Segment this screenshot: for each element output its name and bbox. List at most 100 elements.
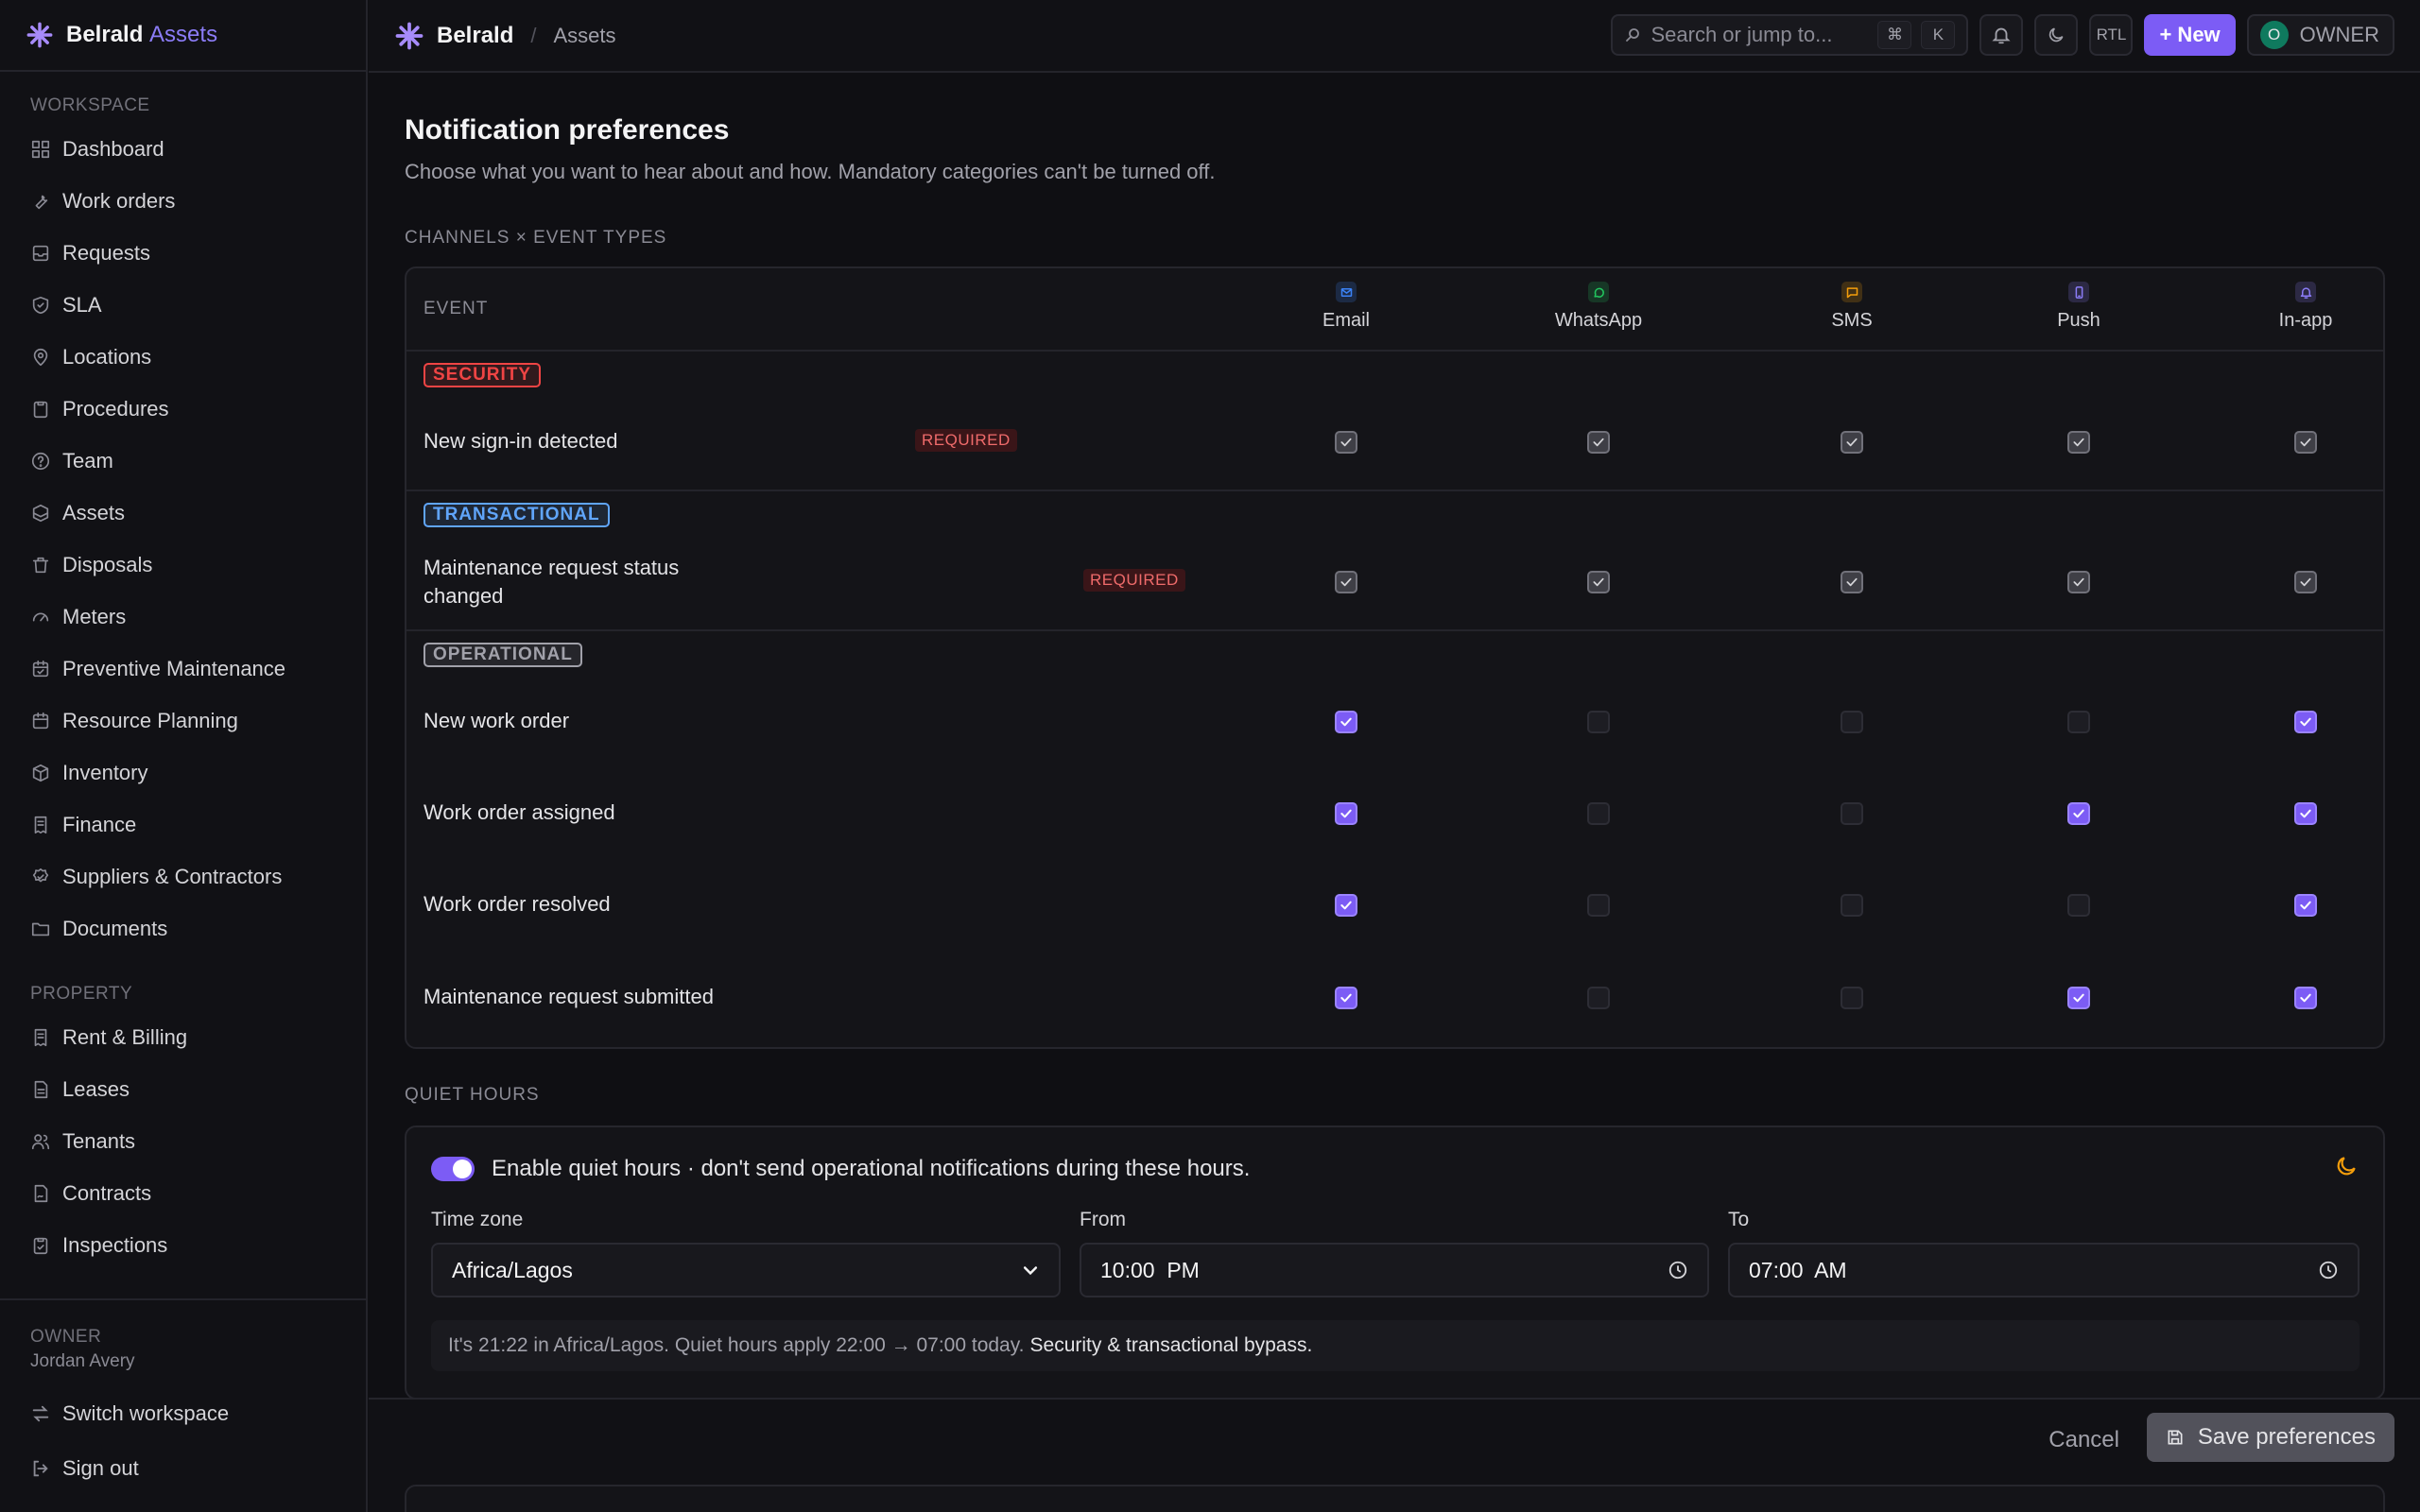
theme-toggle-button[interactable] bbox=[2034, 14, 2079, 56]
channel-label: SMS bbox=[1831, 310, 1873, 331]
sidebar-item-locations[interactable]: Locations bbox=[0, 331, 368, 383]
checkbox-email[interactable] bbox=[1335, 894, 1357, 917]
to-time-input[interactable]: 07:00 AM bbox=[1728, 1243, 2360, 1297]
notifications-button[interactable] bbox=[1979, 14, 2024, 56]
from-time-value: 10:00 PM bbox=[1100, 1257, 1200, 1282]
checkbox-email[interactable] bbox=[1335, 711, 1357, 733]
sidebar-item-work-orders[interactable]: Work orders bbox=[0, 175, 368, 227]
matrix-body: SECURITY New sign-in detected REQUIRED TRAN… bbox=[406, 352, 2383, 1047]
from-time-input[interactable]: 10:00 PM bbox=[1080, 1243, 1709, 1297]
sidebar-item-disposals[interactable]: Disposals bbox=[0, 539, 368, 591]
sidebar-item-label: Inspections bbox=[62, 1232, 168, 1257]
sign-out-button[interactable]: Sign out bbox=[0, 1442, 368, 1494]
sidebar-item-meters[interactable]: Meters bbox=[0, 591, 368, 643]
checkbox-push[interactable] bbox=[2067, 987, 2090, 1009]
checkbox-in-app[interactable] bbox=[2294, 802, 2317, 825]
message-icon bbox=[1841, 282, 1862, 302]
switch-workspace-button[interactable]: Switch workspace bbox=[0, 1387, 368, 1439]
sidebar-item-label: Team bbox=[62, 448, 113, 472]
brand-name: Belrald Assets bbox=[66, 22, 217, 48]
switch-workspace-label: Switch workspace bbox=[62, 1400, 230, 1425]
sidebar-item-finance[interactable]: Finance bbox=[0, 799, 368, 850]
checkbox-sms[interactable] bbox=[1841, 802, 1863, 825]
channel-label: Push bbox=[2057, 310, 2100, 331]
table-row: Work order resolved bbox=[406, 860, 2383, 951]
checkbox-push[interactable] bbox=[2067, 894, 2090, 917]
sidebar-item-label: Work orders bbox=[62, 188, 176, 213]
timezone-select[interactable]: Africa/Lagos bbox=[431, 1243, 1061, 1297]
category-badge: SECURITY bbox=[424, 363, 542, 387]
sidebar-item-contracts[interactable]: Contracts bbox=[0, 1167, 368, 1219]
sidebar-item-suppliers-contractors[interactable]: Suppliers & Contractors bbox=[0, 850, 368, 902]
checkbox-sms[interactable] bbox=[1841, 987, 1863, 1009]
sidebar-item-preventive-maintenance[interactable]: Preventive Maintenance bbox=[0, 643, 368, 695]
new-button[interactable]: + New bbox=[2144, 14, 2236, 56]
help-circle-icon bbox=[30, 451, 51, 472]
breadcrumb-current[interactable]: Assets bbox=[554, 24, 616, 48]
checkbox-email[interactable] bbox=[1335, 987, 1357, 1009]
checkbox-whatsapp[interactable] bbox=[1587, 802, 1610, 825]
sidebar-item-label: Meters bbox=[62, 604, 127, 628]
sidebar-item-dashboard[interactable]: Dashboard bbox=[0, 123, 368, 175]
checkbox-whatsapp[interactable] bbox=[1587, 987, 1610, 1009]
clipboard-icon bbox=[30, 399, 51, 420]
badge-check-icon bbox=[30, 867, 51, 887]
sidebar-item-rent-billing[interactable]: Rent & Billing bbox=[0, 1011, 368, 1063]
cancel-button[interactable]: Cancel bbox=[2048, 1423, 2119, 1457]
sidebar-item-assets[interactable]: Assets bbox=[0, 487, 368, 539]
sidebar-item-documents[interactable]: Documents bbox=[0, 902, 368, 954]
checkbox-in-app[interactable] bbox=[2294, 987, 2317, 1009]
checkbox-email[interactable] bbox=[1335, 802, 1357, 825]
category-badge: TRANSACTIONAL bbox=[424, 503, 610, 527]
checkbox-sms bbox=[1841, 431, 1863, 454]
checkbox-whatsapp[interactable] bbox=[1587, 894, 1610, 917]
checkbox-push bbox=[2067, 571, 2090, 593]
channel-header-email: Email bbox=[1275, 282, 1417, 332]
checkbox-push[interactable] bbox=[2067, 802, 2090, 825]
checkbox-in-app[interactable] bbox=[2294, 711, 2317, 733]
table-row: New sign-in detected REQUIRED bbox=[406, 397, 2383, 488]
sidebar-item-resource-planning[interactable]: Resource Planning bbox=[0, 695, 368, 747]
main-content: Notification preferences Choose what you… bbox=[369, 73, 2420, 1512]
channel-header-in-app: In-app bbox=[2235, 282, 2377, 332]
required-badge: REQUIRED bbox=[1083, 569, 1185, 592]
sidebar-item-team[interactable]: Team bbox=[0, 435, 368, 487]
sidebar-item-label: Dashboard bbox=[62, 136, 164, 161]
checkbox-sms[interactable] bbox=[1841, 711, 1863, 733]
save-preferences-button[interactable]: Save preferences bbox=[2146, 1413, 2394, 1462]
sidebar-item-label: Tenants bbox=[62, 1128, 136, 1153]
bell-icon bbox=[1991, 25, 2012, 45]
quiet-hours-toggle[interactable] bbox=[431, 1157, 475, 1181]
breadcrumb-separator: / bbox=[530, 23, 537, 47]
sidebar-item-requests[interactable]: Requests bbox=[0, 227, 368, 279]
checkbox-whatsapp bbox=[1587, 431, 1610, 454]
account-menu-button[interactable]: O OWNER bbox=[2246, 14, 2394, 56]
brand[interactable]: Belrald Assets bbox=[0, 0, 366, 72]
search-input[interactable]: Search or jump to... ⌘ K bbox=[1611, 14, 1969, 56]
quiet-hours-section-label: QUIET HOURS bbox=[405, 1085, 540, 1105]
sidebar-item-inventory[interactable]: Inventory bbox=[0, 747, 368, 799]
checkbox-whatsapp[interactable] bbox=[1587, 711, 1610, 733]
checkbox-in-app bbox=[2294, 431, 2317, 454]
calendar-icon bbox=[30, 711, 51, 731]
checkbox-in-app[interactable] bbox=[2294, 894, 2317, 917]
sidebar-item-inspections[interactable]: Inspections bbox=[0, 1219, 368, 1271]
whatsapp-icon bbox=[1588, 282, 1609, 302]
checkbox-whatsapp bbox=[1587, 571, 1610, 593]
checkbox-sms[interactable] bbox=[1841, 894, 1863, 917]
sidebar-item-procedures[interactable]: Procedures bbox=[0, 383, 368, 435]
rtl-toggle-button[interactable]: RTL bbox=[2089, 14, 2134, 56]
to-time-value: 07:00 AM bbox=[1749, 1257, 1847, 1282]
sidebar-item-leases[interactable]: Leases bbox=[0, 1063, 368, 1115]
event-group-operational: OPERATIONAL New work order Work order assi… bbox=[406, 631, 2383, 1047]
brand-accent: Assets bbox=[149, 22, 218, 47]
sidebar-item-sla[interactable]: SLA bbox=[0, 279, 368, 331]
boxes-icon bbox=[30, 503, 51, 524]
sidebar-item-tenants[interactable]: Tenants bbox=[0, 1115, 368, 1167]
breadcrumb-root[interactable]: Belrald bbox=[437, 23, 513, 49]
wrench-icon bbox=[30, 191, 51, 212]
checkbox-push[interactable] bbox=[2067, 711, 2090, 733]
channel-label: In-app bbox=[2278, 310, 2333, 331]
users-icon bbox=[30, 1131, 51, 1152]
sidebar-user: OWNER Jordan Avery bbox=[30, 1327, 135, 1372]
